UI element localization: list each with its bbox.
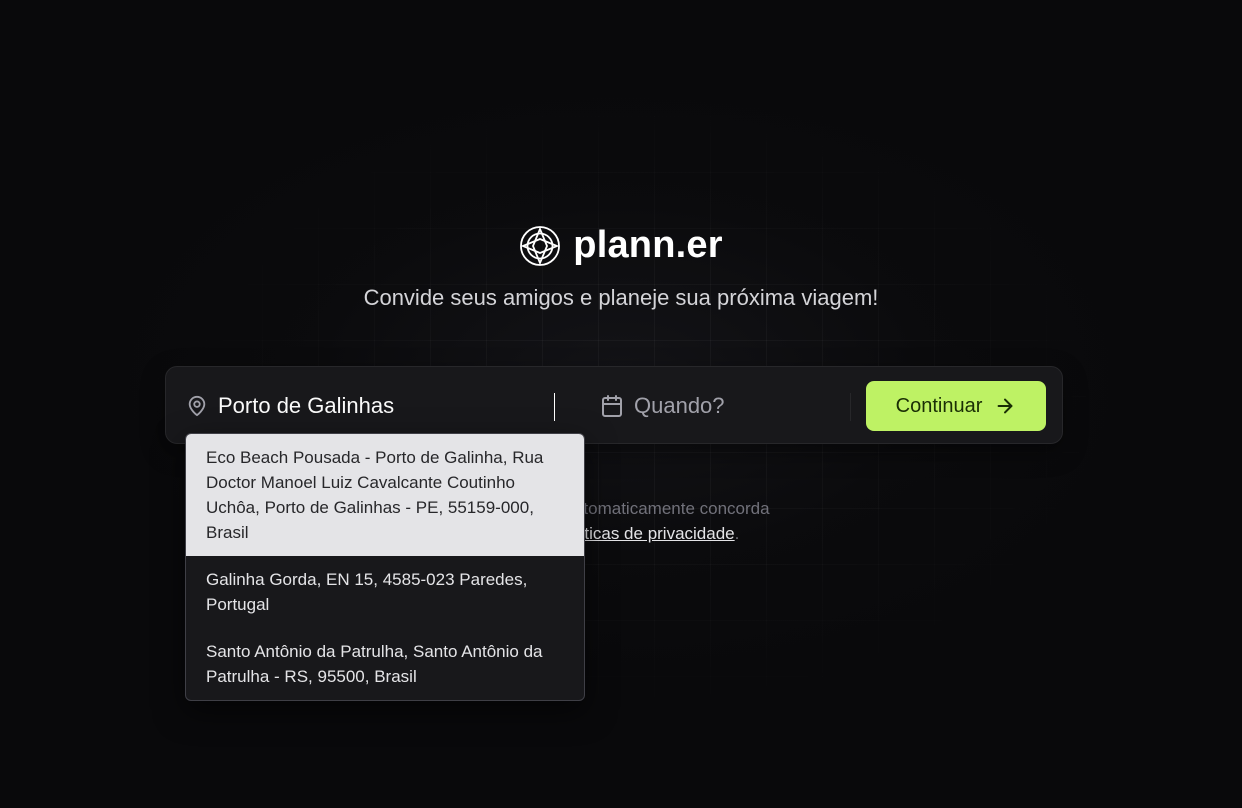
location-suggestions-dropdown: Eco Beach Pousada - Porto de Galinha, Ru… — [185, 433, 585, 701]
page: plann.er Convide seus amigos e planeje s… — [0, 0, 1242, 808]
terms-end: . — [734, 524, 740, 543]
text-caret — [554, 393, 555, 421]
brand: plann.er — [0, 224, 1242, 267]
calendar-icon — [602, 395, 622, 417]
tagline: Convide seus amigos e planeje sua próxim… — [363, 285, 879, 310]
suggestion-item[interactable]: Galinha Gorda, EN 15, 4585-023 Paredes, … — [186, 556, 584, 628]
map-pin-icon — [188, 395, 206, 417]
suggestion-item[interactable]: Santo Antônio da Patrulha, Santo Antônio… — [186, 628, 584, 700]
arrow-right-icon — [997, 398, 1013, 414]
brand-name: plann.er — [573, 224, 723, 266]
continue-button[interactable]: Continuar — [866, 381, 1046, 431]
continue-button-label: Continuar — [895, 394, 983, 417]
date-field[interactable] — [600, 367, 814, 445]
location-input[interactable] — [218, 393, 558, 419]
date-input[interactable] — [634, 393, 814, 419]
suggestion-item[interactable]: Eco Beach Pousada - Porto de Galinha, Ru… — [186, 434, 584, 556]
field-divider — [850, 393, 851, 421]
compass-globe-icon — [520, 225, 561, 266]
